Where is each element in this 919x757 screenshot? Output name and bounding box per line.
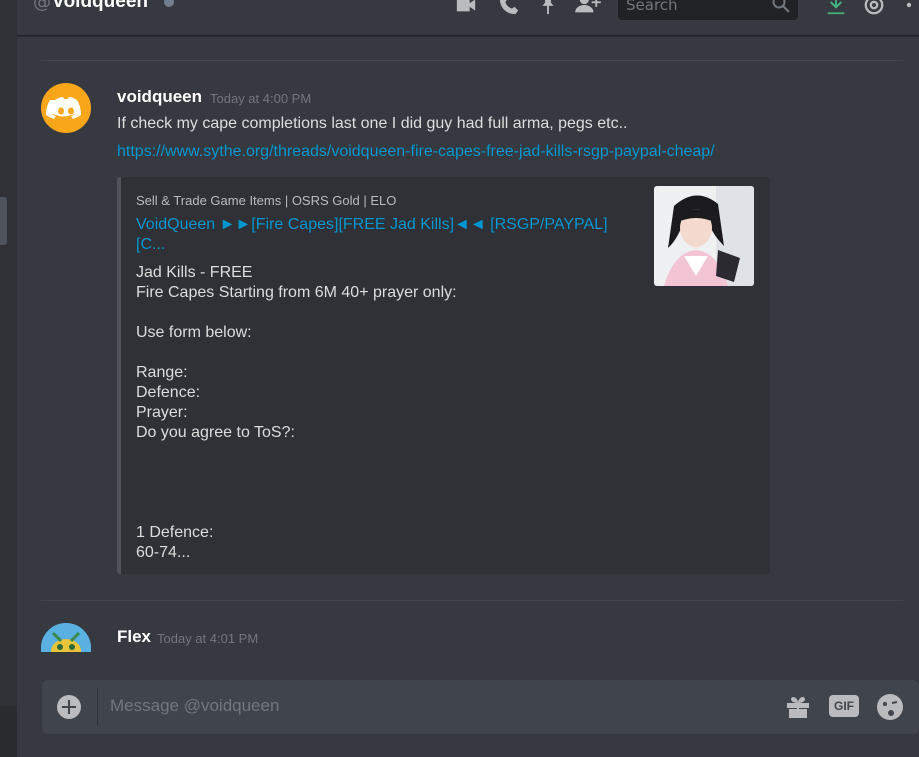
message-timestamp: Today at 4:00 PM (210, 91, 312, 106)
message-divider (41, 600, 903, 601)
embed-provider: Sell & Trade Game Items | OSRS Gold | EL… (136, 193, 397, 208)
message-list[interactable]: voidqueen Today at 4:00 PM If check my c… (17, 36, 919, 652)
add-friend-icon[interactable] (574, 0, 602, 16)
embed-title[interactable]: VoidQueen ►►[Fire Capes][FREE Jad Kills]… (136, 215, 636, 255)
message-content: If check my cape completions last one I … (117, 115, 628, 132)
guild-sidebar-edge (0, 0, 17, 757)
avatar[interactable] (41, 623, 91, 652)
attach-plus-icon[interactable] (57, 695, 81, 719)
download-icon[interactable] (824, 0, 848, 16)
message-author[interactable]: voidqueen (117, 87, 202, 107)
more-icon[interactable] (903, 0, 915, 16)
gift-icon[interactable] (784, 693, 812, 721)
emoji-icon[interactable] (876, 693, 904, 721)
message-composer[interactable]: Message @voidqueen GIF (42, 680, 919, 734)
channel-header: @ voidqueen Search (17, 0, 919, 36)
phone-call-icon[interactable] (497, 0, 521, 16)
message-divider (41, 60, 903, 61)
search-icon (772, 0, 790, 13)
at-symbol: @ (33, 0, 51, 13)
discord-logo-icon (46, 97, 81, 119)
video-call-icon[interactable] (454, 0, 478, 16)
embed-description: Jad Kills - FREE Fire Capes Starting fro… (136, 264, 457, 561)
status-indicator (164, 0, 174, 7)
search-bar[interactable]: Search (618, 0, 798, 20)
message-input[interactable]: Message @voidqueen (110, 696, 279, 716)
link-embed: Sell & Trade Game Items | OSRS Gold | EL… (117, 177, 770, 574)
mention-icon[interactable] (862, 0, 886, 16)
avatar[interactable] (41, 83, 91, 133)
message-link[interactable]: https://www.sythe.org/threads/voidqueen-… (117, 143, 715, 161)
gif-button[interactable]: GIF (829, 695, 859, 717)
sidebar-footer (0, 706, 17, 757)
message-author[interactable]: Flex (117, 627, 151, 647)
channel-title: voidqueen (53, 0, 149, 12)
search-placeholder: Search (626, 0, 678, 14)
message-timestamp: Today at 4:01 PM (157, 631, 259, 646)
sidebar-scroll-thumb[interactable] (0, 197, 7, 245)
embed-thumbnail[interactable] (654, 186, 754, 286)
composer-separator (97, 688, 98, 726)
pin-icon[interactable] (536, 0, 560, 16)
